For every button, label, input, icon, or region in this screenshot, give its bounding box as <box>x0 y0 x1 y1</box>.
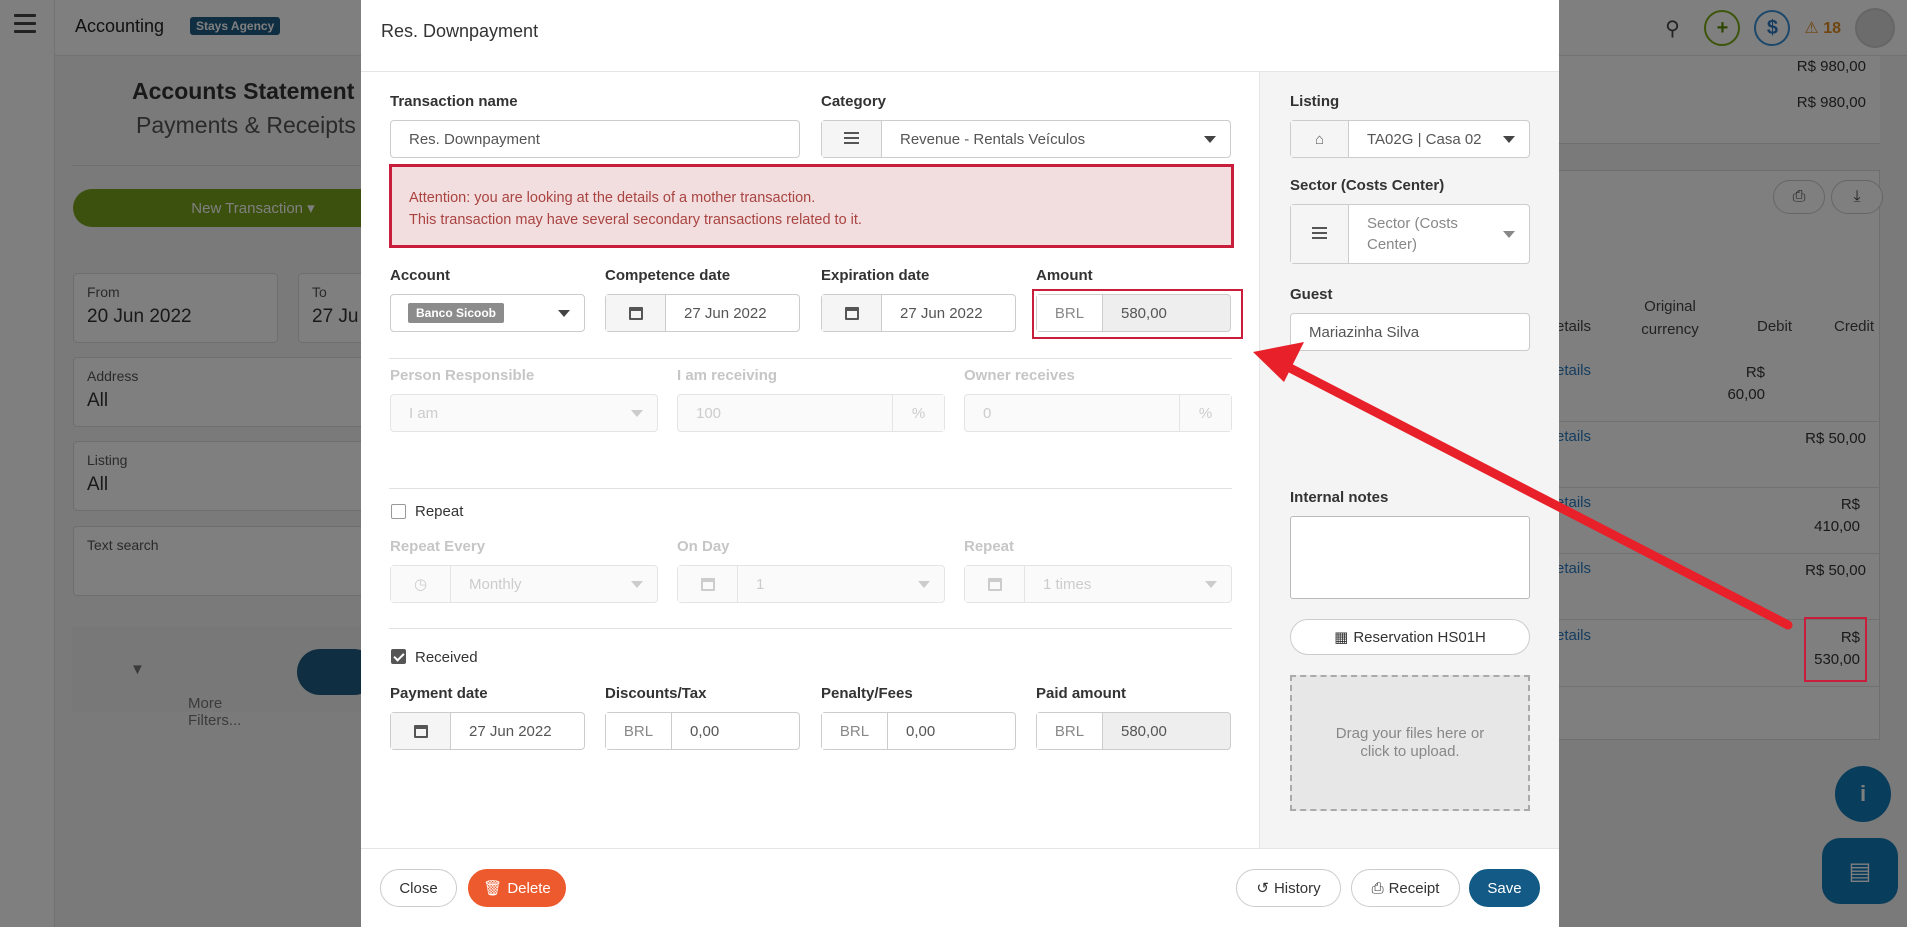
annotation-arrow <box>1253 342 1793 630</box>
arrow-shaft <box>1285 363 1793 630</box>
